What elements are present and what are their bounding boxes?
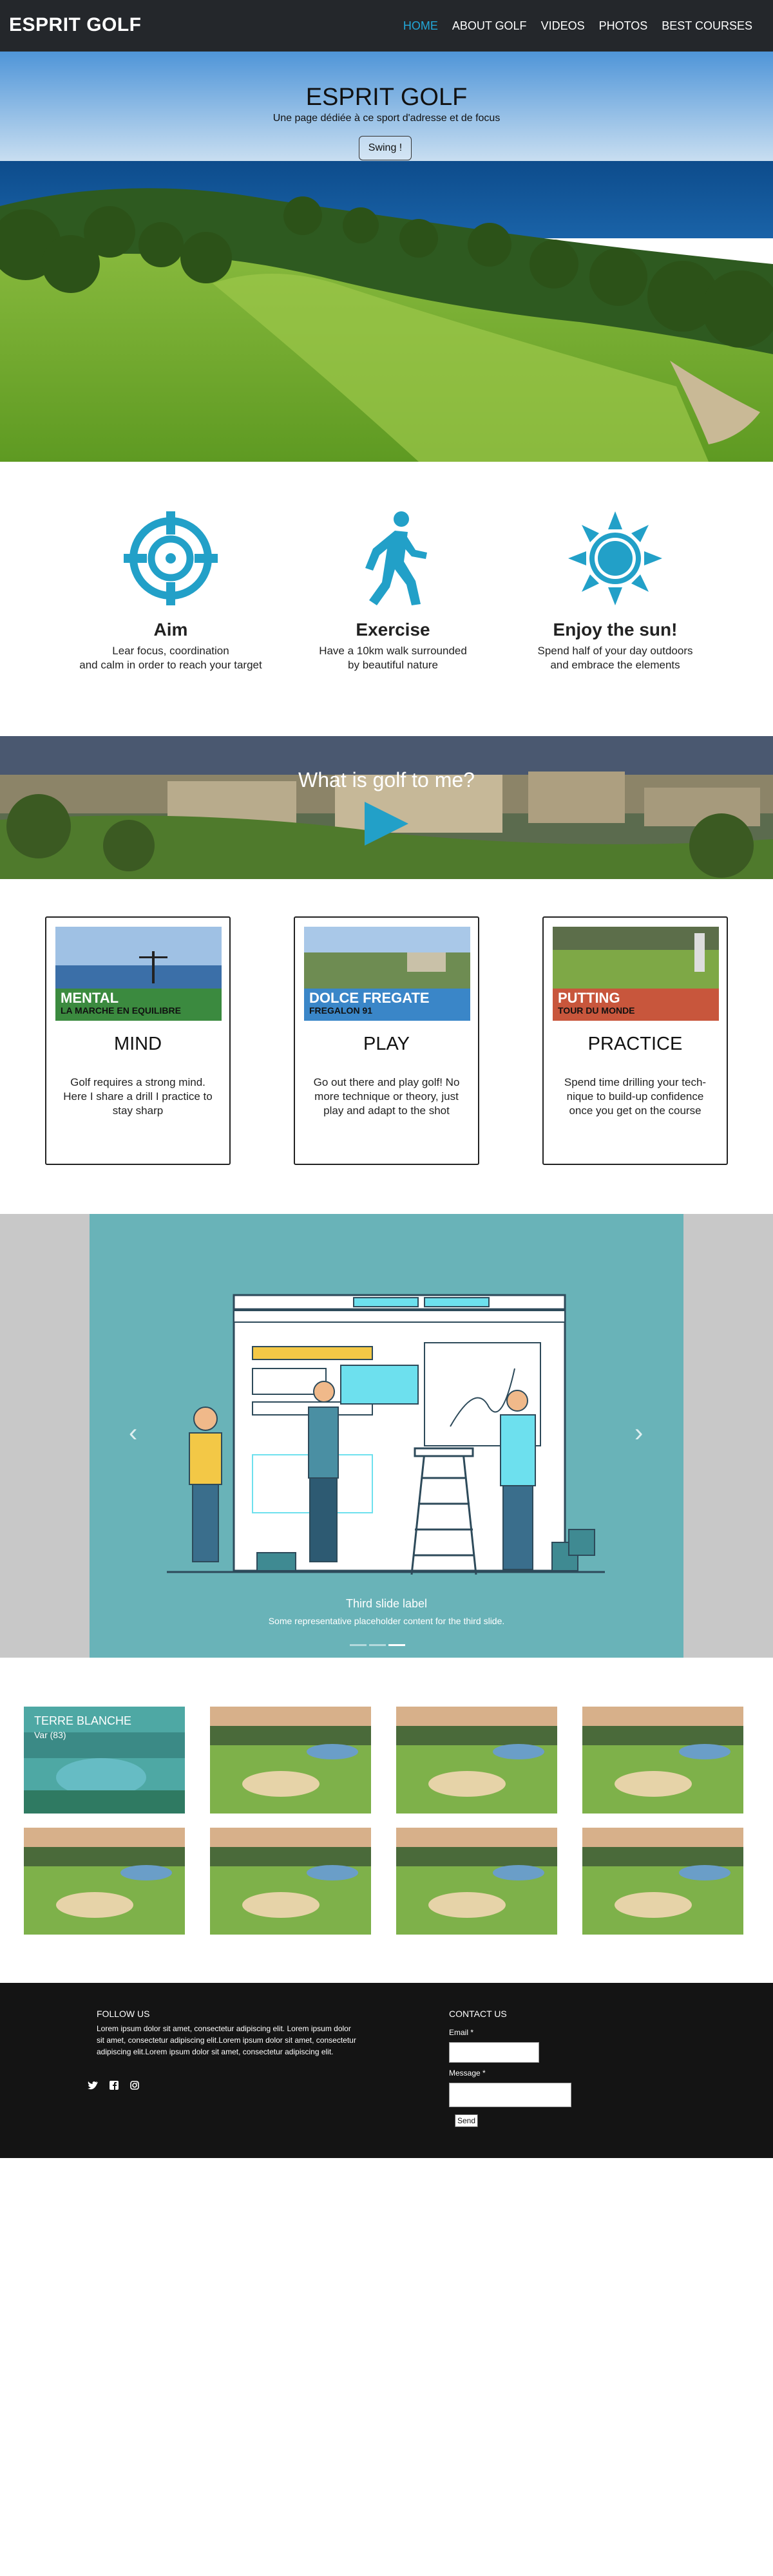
card-text: Golf requires a strong mind. bbox=[70, 1076, 205, 1088]
footer: FOLLOW US Lorem ipsum dolor sit amet, co… bbox=[0, 1983, 773, 2158]
slide-caption: Some representative placeholder content … bbox=[268, 1616, 505, 1626]
feature-sun: Enjoy the sun! Spend half of your day ou… bbox=[512, 462, 718, 672]
instagram-icon[interactable] bbox=[130, 2081, 139, 2092]
message-label: Message * bbox=[449, 2069, 486, 2078]
nav-photos[interactable]: PHOTOS bbox=[599, 19, 648, 33]
card-practice[interactable]: PUTTING TOUR DU MONDE PRACTICE Spend tim… bbox=[542, 916, 728, 1165]
navbar: ESPRIT GOLF HOME ABOUT GOLF VIDEOS PHOTO… bbox=[0, 0, 773, 52]
card-text: Go out there and play golf! No bbox=[313, 1076, 460, 1088]
gallery-photo[interactable] bbox=[210, 1828, 371, 1935]
email-label: Email * bbox=[449, 2028, 474, 2037]
gallery-photo[interactable] bbox=[24, 1828, 185, 1935]
card-sublabel: FREGALON 91 bbox=[309, 1005, 373, 1016]
card-title: PLAY bbox=[363, 1034, 410, 1054]
message-field[interactable] bbox=[449, 2083, 571, 2107]
card-text: Spend time drilling your tech- bbox=[564, 1076, 707, 1088]
feature-title: Enjoy the sun! bbox=[553, 620, 678, 639]
card-title: PRACTICE bbox=[587, 1034, 683, 1054]
card-text: stay sharp bbox=[112, 1104, 164, 1117]
brand-logo[interactable]: ESPRIT GOLF bbox=[9, 14, 142, 36]
follow-title: FOLLOW US bbox=[97, 2009, 150, 2019]
card-text: once you get on the course bbox=[569, 1104, 701, 1117]
card-label: PUTTING bbox=[558, 990, 620, 1006]
gallery-photo[interactable] bbox=[582, 1707, 743, 1814]
gallery-photo[interactable]: TERRE BLANCHE Var (83) bbox=[24, 1707, 185, 1814]
feature-aim: Aim Lear focus, coordination and calm in … bbox=[68, 462, 274, 672]
swing-button[interactable]: Swing ! bbox=[359, 136, 412, 160]
follow-text: Lorem ipsum dolor sit amet, consectetur … bbox=[97, 2024, 356, 2056]
feature-text: by beautiful nature bbox=[348, 659, 438, 671]
nav-about-golf[interactable]: ABOUT GOLF bbox=[452, 19, 527, 33]
card-sublabel: LA MARCHE EN EQUILIBRE bbox=[61, 1005, 181, 1016]
gallery-photo[interactable] bbox=[210, 1707, 371, 1814]
contact-title: CONTACT US bbox=[449, 2009, 507, 2019]
facebook-icon[interactable] bbox=[110, 2081, 119, 2092]
twitter-icon[interactable] bbox=[88, 2081, 98, 2092]
feature-text: and calm in order to reach your target bbox=[79, 659, 262, 671]
hero-banner: ESPRIT GOLF Une page dédiée à ce sport d… bbox=[0, 52, 773, 462]
feature-title: Exercise bbox=[356, 620, 430, 639]
slide-label: Third slide label bbox=[345, 1597, 428, 1610]
feature-title: Aim bbox=[153, 620, 188, 639]
carousel-indicator-2[interactable] bbox=[369, 1644, 386, 1646]
target-icon bbox=[124, 511, 218, 605]
hero-title: ESPRIT GOLF bbox=[305, 84, 468, 111]
email-field[interactable] bbox=[449, 2042, 539, 2063]
gallery-photo[interactable] bbox=[582, 1828, 743, 1935]
card-text: nique to build-up confidence bbox=[566, 1090, 704, 1103]
carousel-next-icon[interactable]: › bbox=[635, 1420, 643, 1446]
card-sublabel: TOUR DU MONDE bbox=[558, 1005, 635, 1016]
gallery-photo-subtitle: Var (83) bbox=[34, 1730, 66, 1740]
play-icon[interactable] bbox=[365, 802, 408, 846]
nav-best-courses[interactable]: BEST COURSES bbox=[662, 19, 752, 33]
carousel-prev-icon[interactable]: ‹ bbox=[129, 1420, 137, 1446]
feature-text: and embrace the elements bbox=[550, 659, 680, 671]
carousel: Third slide label Some representative pl… bbox=[0, 1214, 773, 1658]
video-section[interactable]: What is golf to me? bbox=[0, 736, 773, 879]
feature-text: Spend half of your day outdoors bbox=[537, 645, 693, 657]
cards-section: MENTAL LA MARCHE EN EQUILIBRE MIND Golf … bbox=[0, 879, 773, 1214]
card-text: more technique or theory, just bbox=[314, 1090, 459, 1103]
card-mind[interactable]: MENTAL LA MARCHE EN EQUILIBRE MIND Golf … bbox=[45, 916, 231, 1165]
carousel-indicator-1[interactable] bbox=[350, 1644, 367, 1646]
main-menu: HOME ABOUT GOLF VIDEOS PHOTOS BEST COURS… bbox=[389, 19, 752, 33]
card-text: play and adapt to the shot bbox=[323, 1104, 450, 1117]
hero-subtitle: Une page dédiée à ce sport d'adresse et … bbox=[272, 113, 501, 124]
walking-person-icon bbox=[365, 511, 427, 605]
gallery-photo[interactable] bbox=[396, 1828, 557, 1935]
feature-text: Lear focus, coordination bbox=[112, 645, 229, 657]
video-title: What is golf to me? bbox=[298, 768, 475, 791]
carousel-slide: Third slide label Some representative pl… bbox=[90, 1214, 683, 1658]
feature-exercise: Exercise Have a 10km walk surrounded by b… bbox=[290, 462, 496, 672]
card-play[interactable]: DOLCE FREGATE FREGALON 91 PLAY Go out th… bbox=[294, 916, 479, 1165]
photo-gallery: TERRE BLANCHE Var (83) bbox=[0, 1658, 773, 1983]
sun-icon bbox=[568, 511, 662, 605]
card-text: Here I share a drill I practice to bbox=[63, 1090, 213, 1103]
send-button[interactable]: Send bbox=[455, 2114, 478, 2127]
gallery-photo-title: TERRE BLANCHE bbox=[34, 1714, 132, 1727]
nav-videos[interactable]: VIDEOS bbox=[541, 19, 585, 33]
card-title: MIND bbox=[113, 1034, 162, 1054]
features-section: Aim Lear focus, coordination and calm in … bbox=[0, 462, 773, 736]
card-label: DOLCE FREGATE bbox=[309, 990, 430, 1006]
slide-illustration bbox=[167, 1294, 605, 1575]
feature-text: Have a 10km walk surrounded bbox=[319, 645, 467, 657]
nav-home[interactable]: HOME bbox=[403, 19, 438, 33]
carousel-indicator-3[interactable] bbox=[388, 1644, 405, 1646]
card-label: MENTAL bbox=[61, 990, 119, 1006]
gallery-photo[interactable] bbox=[396, 1707, 557, 1814]
